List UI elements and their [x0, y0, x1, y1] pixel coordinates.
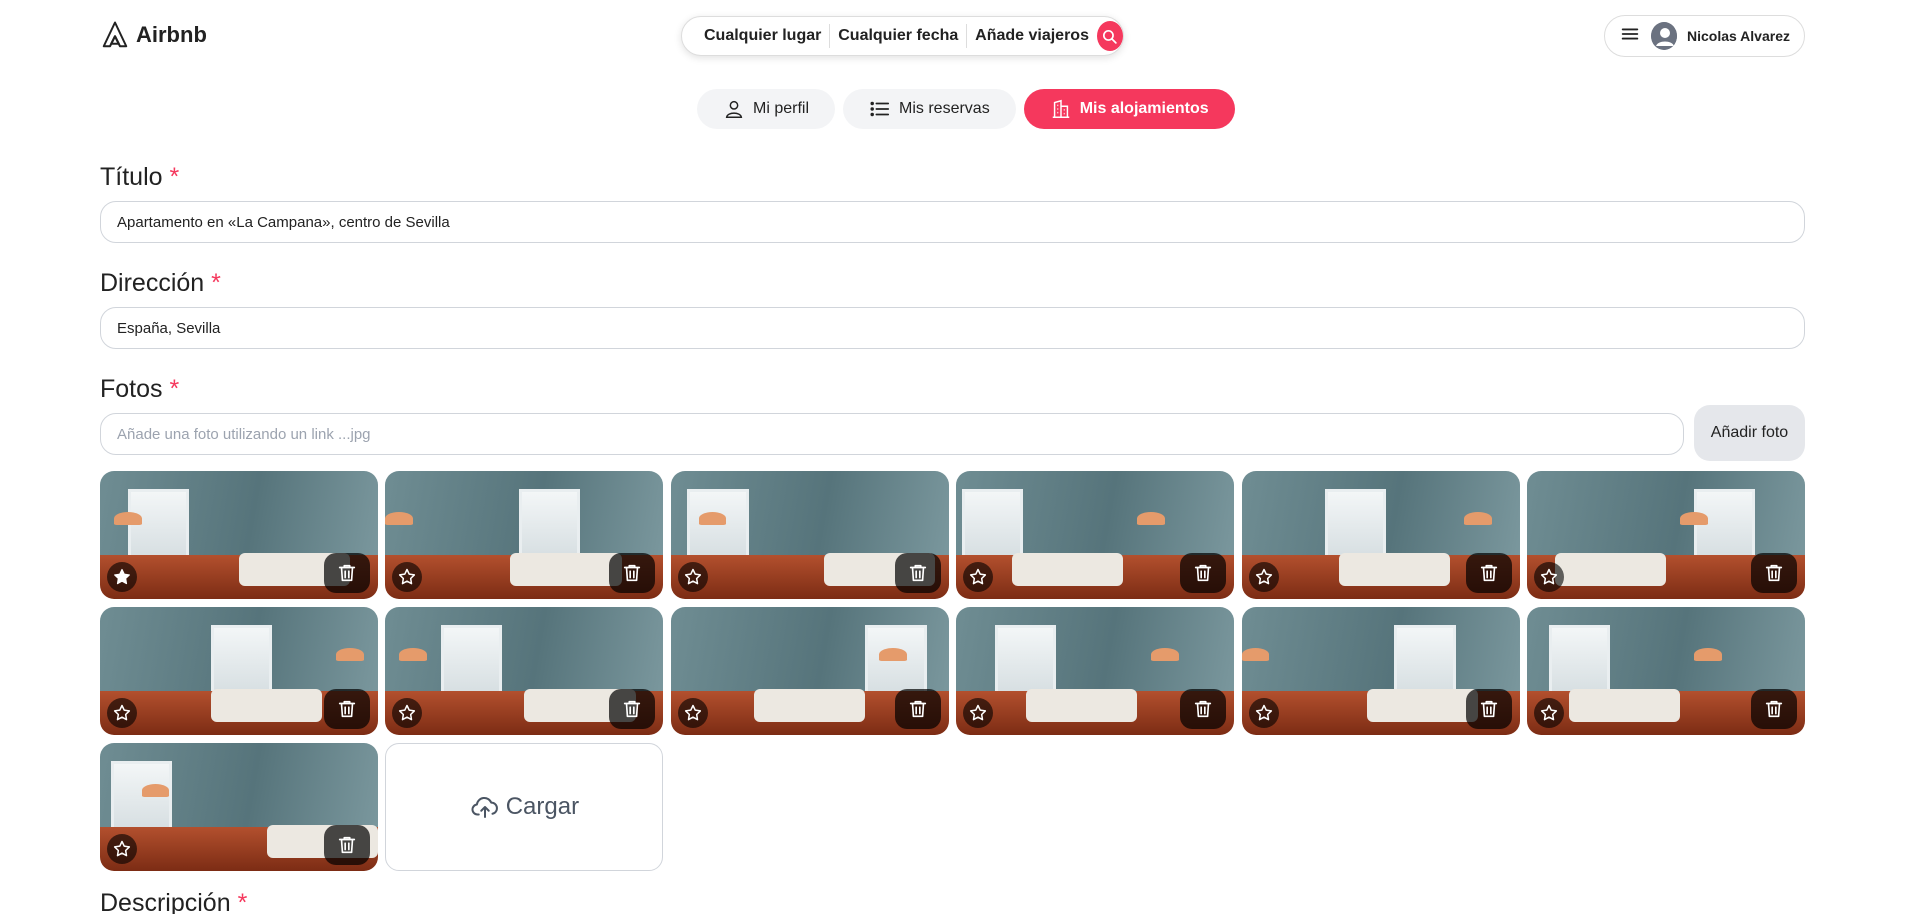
star-icon[interactable]	[1533, 698, 1564, 728]
photo-grid: Cargar	[100, 471, 1805, 871]
photo-thumbnail[interactable]	[956, 607, 1235, 735]
trash-icon[interactable]	[894, 689, 941, 729]
address-label: Dirección *	[100, 269, 221, 298]
photo-thumbnail[interactable]	[385, 471, 664, 599]
required-mark: *	[169, 163, 180, 191]
search-guests[interactable]: Añade viajeros	[975, 27, 1089, 45]
tab-label: Mis alojamientos	[1079, 100, 1209, 117]
description-label-text: Descripción	[100, 889, 231, 914]
search-button[interactable]	[1096, 21, 1124, 51]
title-input[interactable]: Apartamento en «La Campana», centro de S…	[100, 201, 1805, 243]
trash-icon[interactable]	[1465, 689, 1512, 729]
star-icon[interactable]	[677, 562, 708, 592]
tab-label: Mi perfil	[753, 100, 810, 117]
tab-label: Mis reservas	[899, 100, 990, 117]
trash-icon[interactable]	[609, 689, 656, 729]
photos-label-text: Fotos	[100, 375, 163, 403]
user-menu-button[interactable]: Nicolas Alvarez	[1604, 15, 1805, 57]
required-mark: *	[237, 889, 248, 914]
tab-mis-alojamientos[interactable]: Mis alojamientos	[1023, 89, 1235, 129]
add-photo-button[interactable]: Añadir foto	[1694, 405, 1805, 461]
star-icon[interactable]	[677, 698, 708, 728]
star-icon[interactable]	[963, 698, 994, 728]
photo-thumbnail[interactable]	[1241, 471, 1520, 599]
tab-mis-reservas[interactable]: Mis reservas	[843, 89, 1016, 129]
photo-thumbnail[interactable]	[1241, 607, 1520, 735]
top-header: Airbnb Cualquier lugar Cualquier fecha A…	[0, 0, 1905, 72]
avatar	[1651, 22, 1678, 50]
star-icon[interactable]	[1248, 698, 1279, 728]
required-mark: *	[211, 269, 221, 297]
star-icon[interactable]	[107, 834, 137, 864]
building-icon	[1052, 99, 1069, 118]
title-label-text: Título	[100, 163, 163, 191]
description-label: Descripción *	[100, 889, 247, 914]
account-tabs: Mi perfil Mis reservas Mis alojamientos	[697, 89, 1235, 129]
trash-icon[interactable]	[1180, 689, 1227, 729]
star-icon[interactable]	[107, 698, 137, 728]
trash-icon[interactable]	[324, 825, 370, 865]
search-icon	[1103, 29, 1118, 44]
photo-thumbnail[interactable]	[100, 607, 378, 735]
search-date[interactable]: Cualquier fecha	[838, 27, 958, 45]
address-label-text: Dirección	[100, 269, 205, 297]
photos-label: Fotos *	[100, 375, 179, 404]
star-icon[interactable]	[963, 562, 994, 592]
upload-button[interactable]: Cargar	[385, 743, 664, 871]
star-icon[interactable]	[1248, 562, 1279, 592]
search-bar[interactable]: Cualquier lugar Cualquier fecha Añade vi…	[681, 16, 1124, 56]
list-icon	[870, 101, 890, 117]
logo-text: Airbnb	[136, 22, 207, 47]
trash-icon[interactable]	[894, 553, 941, 593]
search-divider	[829, 24, 831, 48]
trash-icon[interactable]	[1750, 689, 1797, 729]
photo-thumbnail[interactable]	[100, 471, 378, 599]
upload-label: Cargar	[505, 793, 580, 820]
photo-thumbnail[interactable]	[670, 607, 949, 735]
airbnb-logo[interactable]: Airbnb	[100, 20, 207, 50]
trash-icon[interactable]	[324, 689, 370, 729]
trash-icon[interactable]	[1750, 553, 1797, 593]
trash-icon[interactable]	[609, 553, 656, 593]
search-place[interactable]: Cualquier lugar	[704, 27, 821, 45]
upload-icon	[471, 796, 498, 818]
photo-thumbnail[interactable]	[1526, 471, 1805, 599]
trash-icon[interactable]	[1180, 553, 1227, 593]
user-avatar-icon	[1651, 22, 1678, 50]
photo-link-input[interactable]: Añade una foto utilizando un link ...jpg	[100, 413, 1684, 455]
trash-icon[interactable]	[1465, 553, 1512, 593]
photo-thumbnail[interactable]	[385, 607, 664, 735]
tab-mi-perfil[interactable]: Mi perfil	[697, 89, 836, 129]
photo-thumbnail[interactable]	[956, 471, 1235, 599]
trash-icon[interactable]	[324, 553, 370, 593]
photo-thumbnail[interactable]	[670, 471, 949, 599]
search-divider	[966, 24, 968, 48]
airbnb-logo-icon	[102, 21, 128, 48]
title-label: Título *	[100, 163, 179, 192]
menu-icon	[1619, 23, 1641, 50]
user-name: Nicolas Alvarez	[1687, 28, 1790, 44]
photo-thumbnail[interactable]	[1526, 607, 1805, 735]
star-icon[interactable]	[1533, 562, 1564, 592]
address-input[interactable]: España, Sevilla	[100, 307, 1805, 349]
star-filled-icon[interactable]	[107, 562, 137, 592]
photo-thumbnail[interactable]	[100, 743, 378, 871]
user-icon	[725, 100, 743, 118]
required-mark: *	[169, 375, 180, 403]
